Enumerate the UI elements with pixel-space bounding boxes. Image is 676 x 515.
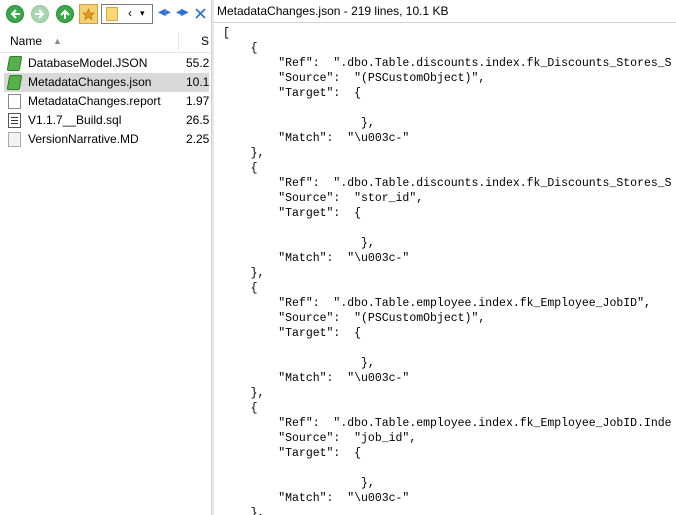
code-line: }, bbox=[223, 267, 265, 280]
code-line: "Target": { bbox=[223, 447, 362, 460]
column-divider[interactable] bbox=[178, 32, 179, 50]
folder-icon bbox=[106, 7, 118, 21]
scroll-right-arrows-icon[interactable]: ◂▶ bbox=[176, 7, 189, 18]
code-line: "Ref": ".dbo.Table.discounts.index.fk_Di… bbox=[223, 177, 672, 190]
code-line: "Target": { bbox=[223, 87, 362, 100]
code-line: }, bbox=[223, 147, 265, 160]
forward-button[interactable] bbox=[31, 5, 49, 23]
chevron-left-icon: ‹ bbox=[128, 6, 132, 20]
code-line: "Source": "stor_id", bbox=[223, 192, 424, 205]
file-size: 26.5 bbox=[186, 113, 210, 127]
code-line: "Target": { bbox=[223, 327, 362, 340]
json-file-icon bbox=[6, 56, 23, 71]
code-line: "Ref": ".dbo.Table.employee.index.fk_Emp… bbox=[223, 417, 672, 430]
code-line: }, bbox=[223, 507, 265, 515]
code-line: { bbox=[223, 162, 258, 175]
code-view[interactable]: [ { "Ref": ".dbo.Table.discounts.index.f… bbox=[214, 22, 676, 515]
back-button[interactable] bbox=[6, 5, 24, 23]
list-item[interactable]: MetadataChanges.json 10.1 bbox=[4, 73, 209, 92]
code-line: { bbox=[223, 402, 258, 415]
report-file-icon bbox=[8, 94, 21, 109]
column-header-size[interactable]: S bbox=[201, 34, 209, 48]
chevron-down-icon: ▾ bbox=[140, 8, 145, 18]
file-size: 10.1 bbox=[186, 75, 210, 89]
code-line: }, bbox=[223, 357, 375, 370]
file-pane: ‹ ▾ ◀▸ ◂▶ Name ▲ S DatabaseModel.JSON 55… bbox=[0, 0, 211, 515]
sql-file-icon bbox=[8, 113, 21, 128]
file-name: MetadataChanges.json bbox=[28, 75, 152, 89]
json-file-icon bbox=[6, 75, 23, 90]
code-line: "Ref": ".dbo.Table.discounts.index.fk_Di… bbox=[223, 57, 672, 70]
file-size: 55.2 bbox=[186, 56, 210, 70]
file-name: VersionNarrative.MD bbox=[28, 132, 139, 146]
folder-combo[interactable]: ‹ ▾ bbox=[101, 4, 153, 24]
file-size: 1.97 bbox=[186, 94, 210, 108]
scroll-left-arrows-icon[interactable]: ◀▸ bbox=[158, 7, 171, 18]
code-line: }, bbox=[223, 387, 265, 400]
column-header-name[interactable]: Name bbox=[10, 34, 42, 48]
code-line: { bbox=[223, 282, 258, 295]
forward-arrow-icon bbox=[35, 9, 45, 19]
up-button[interactable] bbox=[56, 5, 74, 23]
code-line: "Target": { bbox=[223, 207, 362, 220]
back-arrow-icon bbox=[10, 9, 20, 19]
code-line: "Match": "\u003c-" bbox=[223, 132, 410, 145]
code-line: "Source": "job_id", bbox=[223, 432, 417, 445]
code-line: "Source": "(PSCustomObject)", bbox=[223, 312, 486, 325]
code-line: }, bbox=[223, 477, 375, 490]
list-item[interactable]: DatabaseModel.JSON 55.2 bbox=[4, 54, 209, 73]
list-item[interactable]: MetadataChanges.report 1.97 bbox=[4, 92, 209, 111]
code-line: }, bbox=[223, 237, 375, 250]
file-name: DatabaseModel.JSON bbox=[28, 56, 148, 70]
list-item[interactable]: VersionNarrative.MD 2.25 bbox=[4, 130, 209, 149]
star-folder-icon bbox=[82, 8, 95, 21]
code-line: "Match": "\u003c-" bbox=[223, 492, 410, 505]
favorites-button[interactable] bbox=[79, 4, 98, 24]
close-icon[interactable] bbox=[195, 8, 206, 19]
code-line: "Match": "\u003c-" bbox=[223, 252, 410, 265]
file-name: MetadataChanges.report bbox=[28, 94, 161, 108]
file-size: 2.25 bbox=[186, 132, 210, 146]
code-line: "Ref": ".dbo.Table.employee.index.fk_Emp… bbox=[223, 297, 651, 310]
sort-ascending-icon: ▲ bbox=[53, 36, 62, 46]
code-line: "Match": "\u003c-" bbox=[223, 372, 410, 385]
file-viewer: MetadataChanges.json - 219 lines, 10.1 K… bbox=[214, 0, 676, 515]
code-line: [ bbox=[223, 27, 230, 40]
code-line: }, bbox=[223, 117, 375, 130]
file-list-header: Name ▲ S bbox=[0, 30, 211, 53]
code-line: { bbox=[223, 42, 258, 55]
md-file-icon bbox=[8, 132, 21, 147]
list-item[interactable]: V1.1.7__Build.sql 26.5 bbox=[4, 111, 209, 130]
viewer-title: MetadataChanges.json - 219 lines, 10.1 K… bbox=[217, 4, 449, 18]
up-arrow-icon bbox=[60, 9, 70, 19]
file-pane-toolbar: ‹ ▾ ◀▸ ◂▶ bbox=[0, 0, 211, 29]
code-line: "Source": "(PSCustomObject)", bbox=[223, 72, 486, 85]
file-name: V1.1.7__Build.sql bbox=[28, 113, 122, 127]
